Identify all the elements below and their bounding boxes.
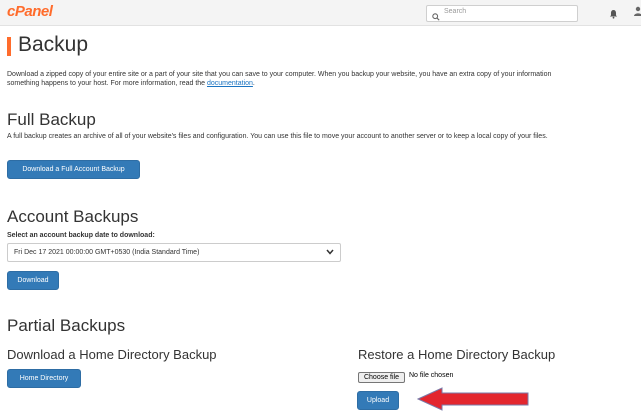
intro-line-2-prefix: something happens to your host. For more… <box>7 80 207 87</box>
title-accent-bar <box>7 37 11 56</box>
download-full-backup-button[interactable]: Download a Full Account Backup <box>7 160 140 179</box>
arrow-left-annotation-icon <box>416 386 530 417</box>
page-title: Backup <box>18 33 89 56</box>
choose-file-button[interactable]: Choose file <box>358 372 405 383</box>
upload-button[interactable]: Upload <box>357 391 399 410</box>
partial-backups-heading: Partial Backups <box>7 316 126 335</box>
search-icon <box>432 8 440 26</box>
backup-date-select[interactable]: Fri Dec 17 2021 00:00:00 GMT+0530 (India… <box>7 243 341 262</box>
account-backups-heading: Account Backups <box>7 207 139 226</box>
download-home-directory-heading: Download a Home Directory Backup <box>7 347 217 362</box>
intro-line-2: something happens to your host. For more… <box>7 79 641 88</box>
download-button[interactable]: Download <box>7 271 59 290</box>
bell-icon[interactable] <box>609 6 618 24</box>
intro-line-1: Download a zipped copy of your entire si… <box>7 71 552 78</box>
intro-line-2-suffix: . <box>252 80 255 87</box>
full-backup-heading: Full Backup <box>7 110 96 129</box>
full-backup-description: A full backup creates an archive of all … <box>7 133 548 140</box>
selected-backup-date: Fri Dec 17 2021 00:00:00 GMT+0530 (India… <box>14 249 200 256</box>
chevron-down-icon <box>326 249 334 257</box>
restore-home-directory-heading: Restore a Home Directory Backup <box>358 347 556 362</box>
intro-text: Download a zipped copy of your entire si… <box>7 70 641 88</box>
search-placeholder: Search <box>444 8 467 15</box>
search-input[interactable]: Search <box>426 5 578 22</box>
user-icon[interactable] <box>634 6 641 18</box>
documentation-link[interactable]: documentation <box>207 80 253 87</box>
select-backup-date-label: Select an account backup date to downloa… <box>7 232 155 239</box>
home-directory-button[interactable]: Home Directory <box>7 369 81 388</box>
file-status-text: No file chosen <box>409 372 454 379</box>
top-bar: cPanel Search <box>0 0 641 26</box>
cpanel-logo[interactable]: cPanel <box>7 3 53 20</box>
